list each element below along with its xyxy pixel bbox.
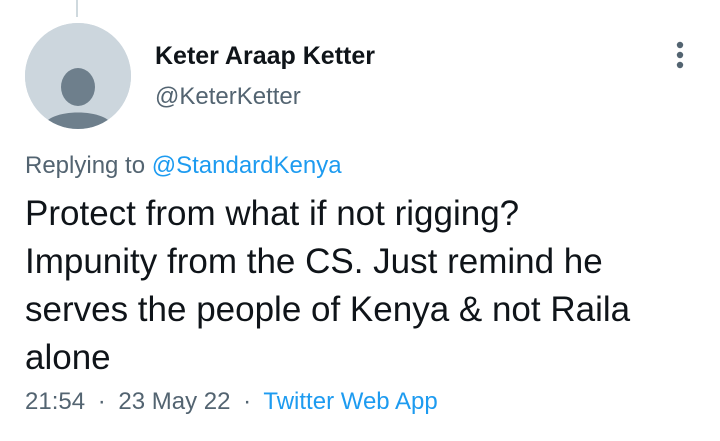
replying-to-label: Replying to xyxy=(25,152,146,179)
more-vertical-icon xyxy=(676,41,684,69)
replying-to: Replying to @StandardKenya xyxy=(25,152,342,180)
tweet-metadata: 21:54 · 23 May 22 · Twitter Web App xyxy=(25,388,438,416)
meta-separator: · xyxy=(97,388,106,415)
reply-mention-link[interactable]: @StandardKenya xyxy=(152,152,342,179)
tweet-text-line: alone xyxy=(25,338,111,377)
more-options-button[interactable] xyxy=(664,38,696,74)
tweet-time[interactable]: 21:54 xyxy=(25,388,85,415)
meta-separator: · xyxy=(243,388,252,415)
tweet-date[interactable]: 23 May 22 xyxy=(118,388,230,415)
tweet-text-line: Protect from what if not rigging? xyxy=(25,194,520,233)
thread-connector-line xyxy=(76,0,78,17)
author-handle[interactable]: @KeterKetter xyxy=(155,83,301,111)
tweet-source-link[interactable]: Twitter Web App xyxy=(263,388,437,415)
tweet-text: Protect from what if not rigging? Impuni… xyxy=(25,190,695,382)
author-name[interactable]: Keter Araap Ketter xyxy=(155,42,375,71)
tweet-text-line: serves the people of Kenya & not Raila xyxy=(25,290,631,329)
default-avatar-icon xyxy=(25,23,131,129)
avatar[interactable] xyxy=(25,23,131,129)
tweet-text-line: Impunity from the CS. Just remind he xyxy=(25,242,603,281)
